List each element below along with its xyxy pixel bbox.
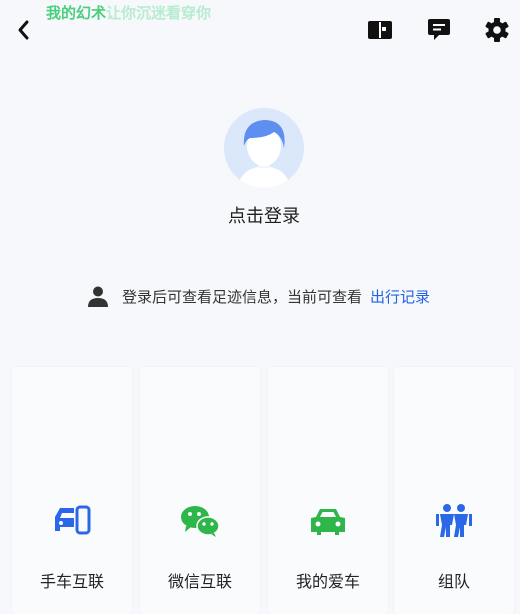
chevron-left-icon (18, 20, 29, 40)
gear-icon (485, 18, 509, 42)
map-book-icon (368, 21, 392, 39)
footprint-notice: 登录后可查看足迹信息，当前可查看 出行记录 (86, 283, 430, 309)
trip-record-link[interactable]: 出行记录 (370, 286, 430, 307)
card-team[interactable]: 组队 (394, 367, 514, 614)
back-button[interactable] (10, 16, 38, 44)
wechat-icon (180, 501, 220, 541)
team-icon (434, 501, 474, 541)
card-my-car[interactable]: 我的爱车 (268, 367, 388, 614)
message-icon (428, 19, 450, 40)
car-phone-icon (52, 501, 92, 541)
top-bar: 我的幻术让你沉迷看穿你 (0, 0, 520, 60)
notice-text: 登录后可查看足迹信息，当前可查看 (122, 287, 363, 306)
car-icon (308, 501, 348, 541)
card-label: 我的爱车 (295, 572, 360, 591)
avatar[interactable] (224, 108, 304, 188)
card-wechat-link[interactable]: 微信互联 (140, 367, 260, 614)
message-button[interactable] (425, 16, 453, 44)
marquee-primary: 我的幻术 (46, 4, 107, 22)
login-prompt[interactable]: 点击登录 (0, 202, 520, 228)
map-button[interactable] (366, 16, 394, 44)
marquee-faded: 让你沉迷看穿你 (106, 4, 212, 22)
person-icon (88, 286, 108, 307)
card-label: 微信互联 (167, 572, 232, 591)
card-car-phone-link[interactable]: 手车互联 (12, 367, 132, 614)
card-label: 手车互联 (39, 572, 104, 591)
settings-button[interactable] (483, 16, 511, 44)
card-label: 组队 (437, 572, 470, 591)
marquee-text: 我的幻术让你沉迷看穿你 (46, 2, 211, 23)
default-avatar-icon (224, 108, 304, 188)
